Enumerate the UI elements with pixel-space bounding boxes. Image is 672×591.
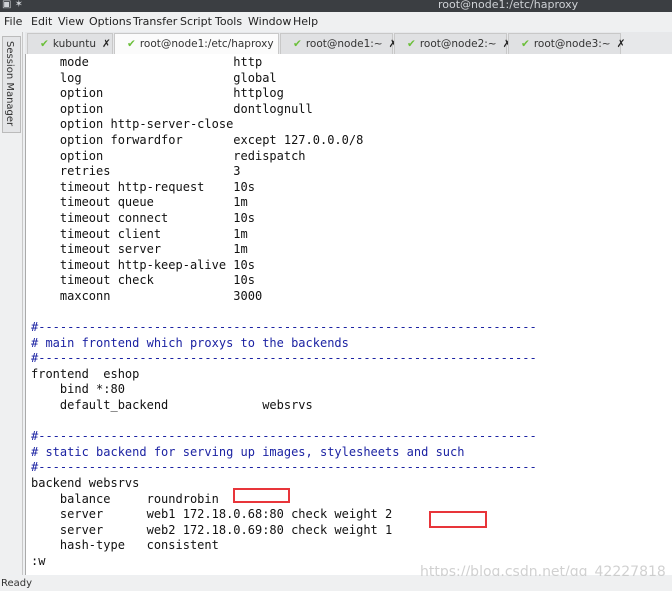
- tab-label: root@node3:~: [533, 38, 611, 50]
- annotation-box: [429, 511, 487, 528]
- menu-view[interactable]: View: [58, 15, 84, 28]
- terminal-line: frontend eshop: [31, 366, 140, 381]
- close-icon[interactable]: ✗: [617, 38, 626, 50]
- terminal-line: backend websrvs: [31, 476, 140, 491]
- title-bar: ▣ ✶ root@node1:/etc/haproxy: [0, 0, 672, 12]
- terminal-line: # static backend for serving up images, …: [31, 444, 465, 459]
- tab-label: root@node1:/etc/haproxy: [139, 38, 274, 50]
- terminal-line: timeout client 1m: [31, 226, 248, 241]
- terminal-line: #---------------------------------------…: [31, 460, 537, 475]
- terminal-line: option redispatch: [31, 148, 306, 163]
- tab-bar: ✔kubuntu✗✔root@node1:/etc/haproxy✗✔root@…: [25, 32, 672, 55]
- window-title: root@node1:/etc/haproxy: [438, 0, 579, 11]
- tab-4[interactable]: ✔ root@node3:~ ✗: [508, 33, 625, 54]
- menu-tools[interactable]: Tools: [215, 15, 242, 28]
- menu-bar: File Edit View Options Transfer Script Tools Wi…: [0, 12, 672, 31]
- terminal-line: retries 3: [31, 164, 241, 179]
- terminal-line: hash-type consistent: [31, 538, 219, 553]
- check-icon: ✔: [127, 38, 136, 50]
- menu-edit[interactable]: Edit: [31, 15, 52, 28]
- menu-help[interactable]: Help: [293, 15, 318, 28]
- terminal-line: server web1 172.18.0.68:80 check weight …: [31, 507, 393, 522]
- tab-label: root@node2:~: [419, 38, 497, 50]
- app-icon: ▣ ✶: [2, 0, 24, 10]
- menu-window[interactable]: Window: [248, 15, 291, 28]
- close-icon[interactable]: ✗: [102, 38, 111, 50]
- menu-transfer[interactable]: Transfer: [133, 15, 177, 28]
- check-icon: ✔: [293, 38, 302, 50]
- terminal-line: #---------------------------------------…: [31, 351, 537, 366]
- terminal-line: option forwardfor except 127.0.0.0/8: [31, 132, 364, 147]
- terminal-line: # main frontend which proxys to the back…: [31, 335, 349, 350]
- terminal-line: option dontlognull: [31, 101, 313, 116]
- annotation-box: [233, 488, 290, 503]
- session-manager-tab[interactable]: Session Manager: [2, 36, 21, 133]
- terminal-line: :w: [31, 554, 46, 568]
- terminal-line: option http-server-close: [31, 117, 234, 132]
- terminal-line: log global: [31, 70, 277, 85]
- terminal-line: mode http: [31, 55, 263, 69]
- tab-label: root@node1:~: [305, 38, 383, 50]
- terminal-line: maxconn 3000: [31, 288, 263, 303]
- terminal-line: timeout connect 10s: [31, 210, 255, 225]
- tab-label: kubuntu: [52, 38, 96, 50]
- terminal-line: balance roundrobin: [31, 491, 219, 506]
- tab-0[interactable]: ✔ kubuntu ✗: [27, 33, 113, 54]
- tab-3[interactable]: ✔ root@node2:~ ✗: [394, 33, 511, 54]
- terminal-line: timeout http-keep-alive 10s: [31, 257, 255, 272]
- session-manager-panel: Session Manager: [0, 32, 23, 575]
- terminal-line: default_backend websrvs: [31, 398, 313, 413]
- terminal-line: #---------------------------------------…: [31, 429, 537, 444]
- menu-script[interactable]: Script: [180, 15, 212, 28]
- status-bar: Ready: [0, 576, 672, 591]
- check-icon: ✔: [521, 38, 530, 50]
- tab-1[interactable]: ✔root@node1:/etc/haproxy✗: [114, 33, 288, 55]
- terminal-line: #---------------------------------------…: [31, 320, 537, 335]
- terminal[interactable]: mode http log global option httplog opti…: [25, 54, 672, 575]
- menu-options[interactable]: Options: [89, 15, 131, 28]
- terminal-line: timeout server 1m: [31, 242, 248, 257]
- tab-2[interactable]: ✔ root@node1:~ ✗: [280, 33, 397, 54]
- terminal-line: timeout queue 1m: [31, 195, 248, 210]
- terminal-line: timeout http-request 10s: [31, 179, 255, 194]
- terminal-line: option httplog: [31, 86, 284, 101]
- menu-file[interactable]: File: [4, 15, 22, 28]
- terminal-line: bind *:80: [31, 382, 125, 397]
- check-icon: ✔: [40, 38, 49, 50]
- terminal-line: server web2 172.18.0.69:80 check weight …: [31, 522, 393, 537]
- terminal-line: timeout check 10s: [31, 273, 255, 288]
- status-text: Ready: [1, 578, 33, 589]
- check-icon: ✔: [407, 38, 416, 50]
